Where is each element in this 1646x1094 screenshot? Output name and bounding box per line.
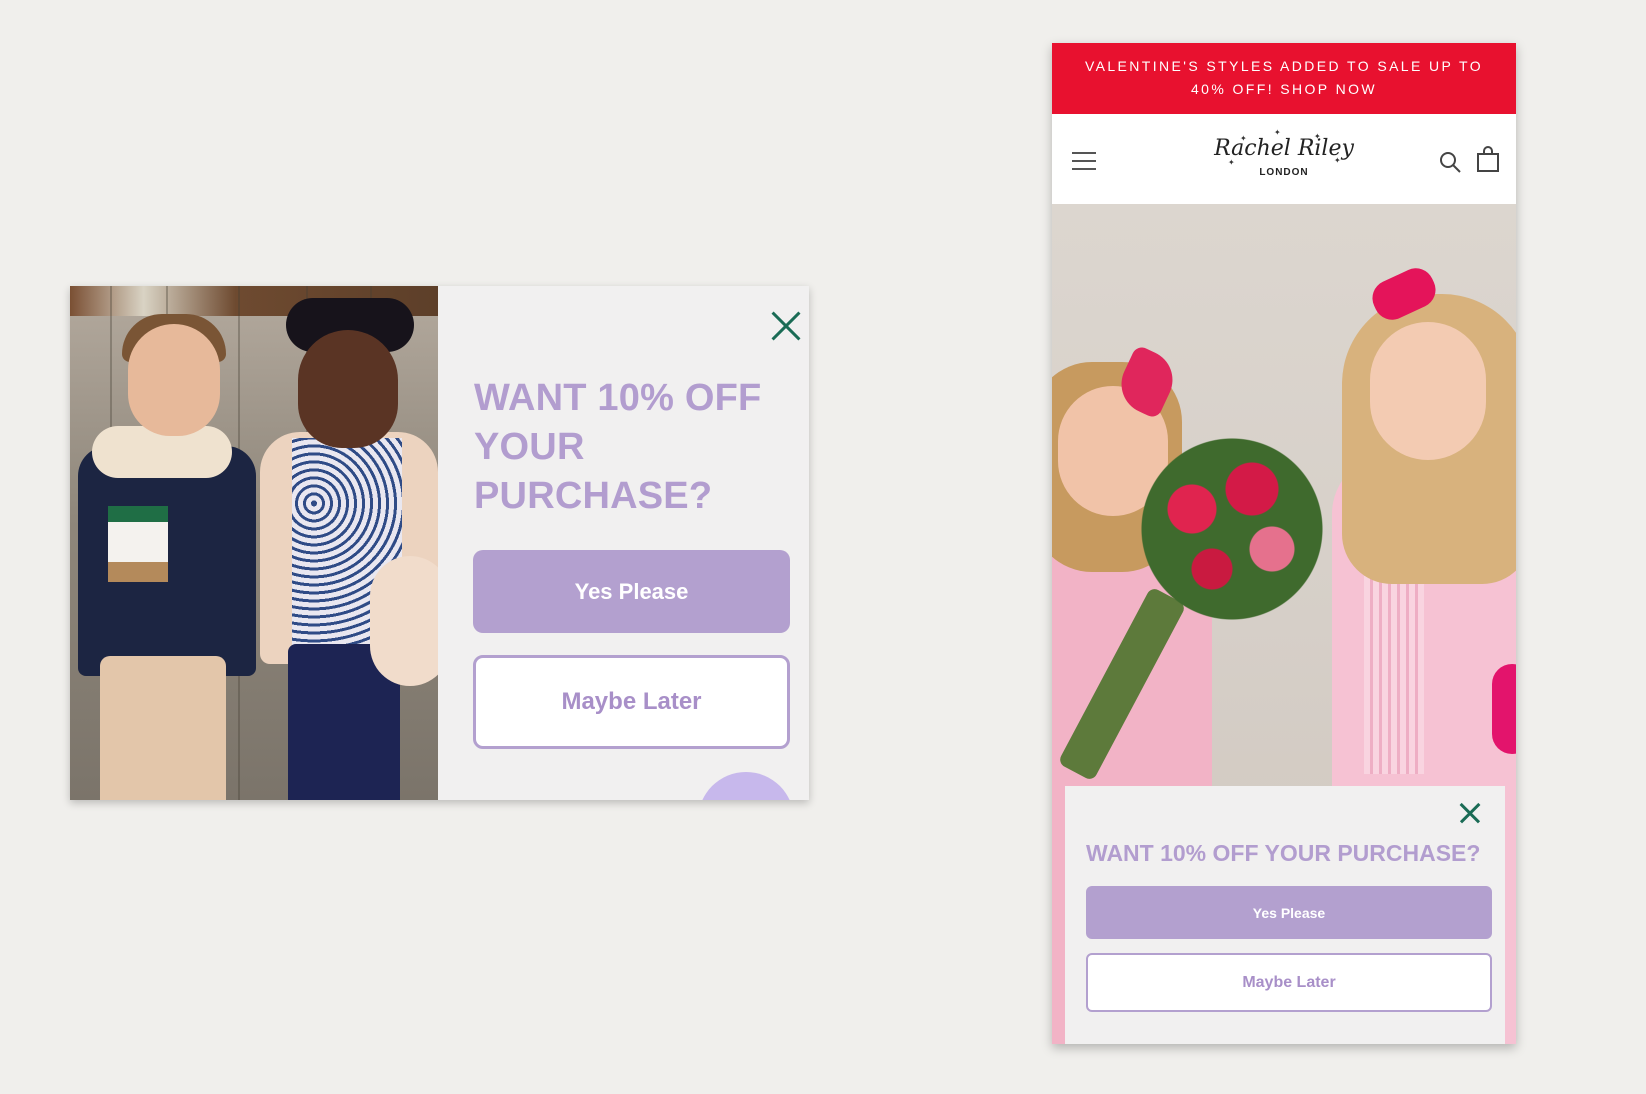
maybe-later-button[interactable]: Maybe Later [1086, 953, 1492, 1012]
girl-face [298, 330, 398, 448]
brand-logo[interactable]: ✦ ✦ ✦ ✦ ✦ Rachel Riley LONDON [1214, 128, 1354, 198]
popup-headline: WANT 10% OFF YOUR PURCHASE? [1086, 840, 1481, 866]
flower-bouquet [1132, 429, 1332, 629]
chat-bubble-button[interactable] [698, 772, 794, 800]
boy-sweater-stripe [108, 506, 168, 522]
logo-wordmark: Rachel Riley [1214, 136, 1354, 161]
close-icon[interactable] [1457, 800, 1483, 826]
logo-subtitle: LONDON [1259, 167, 1309, 178]
yes-please-button[interactable]: Yes Please [473, 550, 790, 633]
search-icon[interactable] [1438, 150, 1462, 174]
popup-content: WANT 10% OFF YOUR PURCHASE? Yes Please M… [438, 286, 809, 800]
boy-sweater-stripe [108, 522, 168, 562]
announcement-bar[interactable]: VALENTINE'S STYLES ADDED TO SALE UP TO 4… [1052, 43, 1516, 114]
shopping-bag-icon[interactable] [1476, 146, 1500, 172]
site-header: ✦ ✦ ✦ ✦ ✦ Rachel Riley LONDON [1052, 114, 1516, 204]
popup-headline: WANT 10% OFF YOUR PURCHASE? [474, 377, 762, 517]
mobile-mockup: VALENTINE'S STYLES ADDED TO SALE UP TO 4… [1052, 43, 1516, 1044]
dress-sash [1492, 664, 1516, 754]
hamburger-menu-icon[interactable] [1072, 152, 1096, 170]
girl-face [1370, 322, 1486, 460]
boy-sweater-stripe [108, 562, 168, 582]
maybe-later-button[interactable]: Maybe Later [473, 655, 790, 749]
close-icon[interactable] [768, 308, 804, 344]
fur-bag [370, 556, 438, 686]
yes-please-button[interactable]: Yes Please [1086, 886, 1492, 939]
kids-photo [70, 286, 438, 800]
mobile-discount-popup: WANT 10% OFF YOUR PURCHASE? Yes Please M… [1065, 786, 1505, 1044]
boy-pants [100, 656, 226, 800]
boy-face [128, 324, 220, 436]
desktop-discount-popup: WANT 10% OFF YOUR PURCHASE? Yes Please M… [70, 286, 809, 800]
